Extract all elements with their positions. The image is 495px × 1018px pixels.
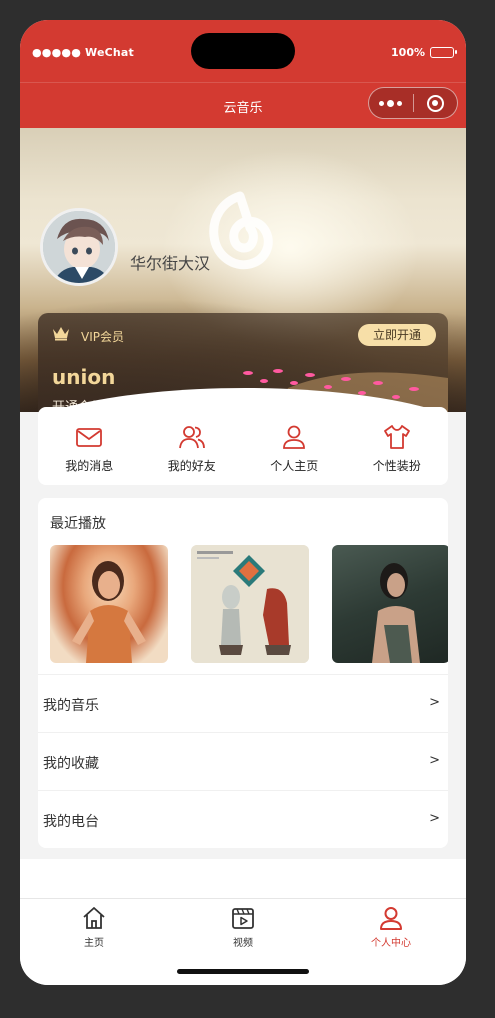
album-cover-image (72, 561, 146, 663)
quick-nav-label: 我的好友 (167, 459, 216, 473)
avatar-image (43, 211, 115, 283)
chevron-right-icon: > (429, 695, 440, 710)
tab-label: 主页 (84, 938, 104, 949)
menu-row-my-music[interactable]: 我的音乐 > (38, 674, 448, 732)
album-cover[interactable] (191, 545, 309, 663)
chevron-right-icon: > (429, 753, 440, 768)
username[interactable]: 华尔街大汉 (130, 250, 210, 274)
vip-title: union (52, 365, 116, 389)
status-bar: ●●●●● WeChat 100% (20, 20, 466, 82)
menu-label: 我的收藏 (43, 756, 99, 772)
quick-nav-friends[interactable]: 我的好友 (141, 407, 244, 485)
quick-nav-label: 个人主页 (270, 459, 319, 473)
tab-home[interactable]: 主页 (34, 905, 154, 949)
album-cover[interactable] (50, 545, 168, 663)
album-cover-image (372, 563, 420, 663)
close-icon[interactable] (413, 94, 457, 112)
menu-row-my-radio[interactable]: 我的电台 > (38, 790, 448, 848)
status-right: 100% (391, 46, 457, 59)
profile-header: 华尔街大汉 VIP会员 立即开通 union 开通会员听歌 (20, 128, 466, 418)
quick-nav-homepage[interactable]: 个人主页 (243, 407, 346, 485)
person-icon (283, 425, 306, 449)
quick-nav-messages[interactable]: 我的消息 (38, 407, 141, 485)
more-icon[interactable] (369, 99, 413, 107)
dynamic-island (191, 33, 295, 69)
battery-percent: 100% (391, 46, 425, 59)
chevron-right-icon: > (429, 811, 440, 826)
friends-icon (178, 426, 205, 449)
avatar[interactable] (40, 208, 118, 286)
home-icon (83, 907, 105, 929)
menu-row-my-favorites[interactable]: 我的收藏 > (38, 732, 448, 790)
netease-logo-icon (209, 191, 273, 270)
carrier-label: ●●●●● WeChat (32, 46, 135, 59)
tab-label: 视频 (233, 938, 253, 949)
mini-program-capsule (368, 87, 458, 119)
person-icon (380, 907, 402, 930)
tab-profile[interactable]: 个人中心 (331, 905, 451, 949)
recent-title: 最近播放 (50, 516, 106, 532)
quick-nav-label: 个性装扮 (372, 459, 421, 473)
video-icon (232, 908, 254, 929)
recent-covers (50, 545, 448, 665)
crown-icon (53, 327, 69, 341)
menu-label: 我的电台 (43, 814, 99, 830)
nav-bar: 云音乐 (20, 82, 466, 128)
album-cover-image (191, 545, 309, 663)
recent-section: 最近播放 我的音乐 > 我的收藏 > 我的电台 > (38, 498, 448, 848)
battery-icon (430, 47, 457, 58)
mail-icon (76, 428, 103, 447)
quick-nav: 我的消息 我的好友 个人主页 个性装扮 (38, 407, 448, 485)
phone-frame: ●●●●● WeChat 100% 云音乐 华尔街大汉 VIP会员 立即开通 u… (20, 20, 466, 985)
quick-nav-label: 我的消息 (65, 459, 114, 473)
menu-label: 我的音乐 (43, 698, 99, 714)
home-indicator (177, 969, 309, 974)
tab-video[interactable]: 视频 (183, 905, 303, 949)
open-vip-button[interactable]: 立即开通 (358, 324, 436, 346)
tshirt-icon (383, 425, 410, 449)
vip-label: VIP会员 (81, 330, 124, 344)
tab-label: 个人中心 (371, 938, 411, 949)
quick-nav-dressup[interactable]: 个性装扮 (346, 407, 449, 485)
album-cover[interactable] (332, 545, 448, 663)
